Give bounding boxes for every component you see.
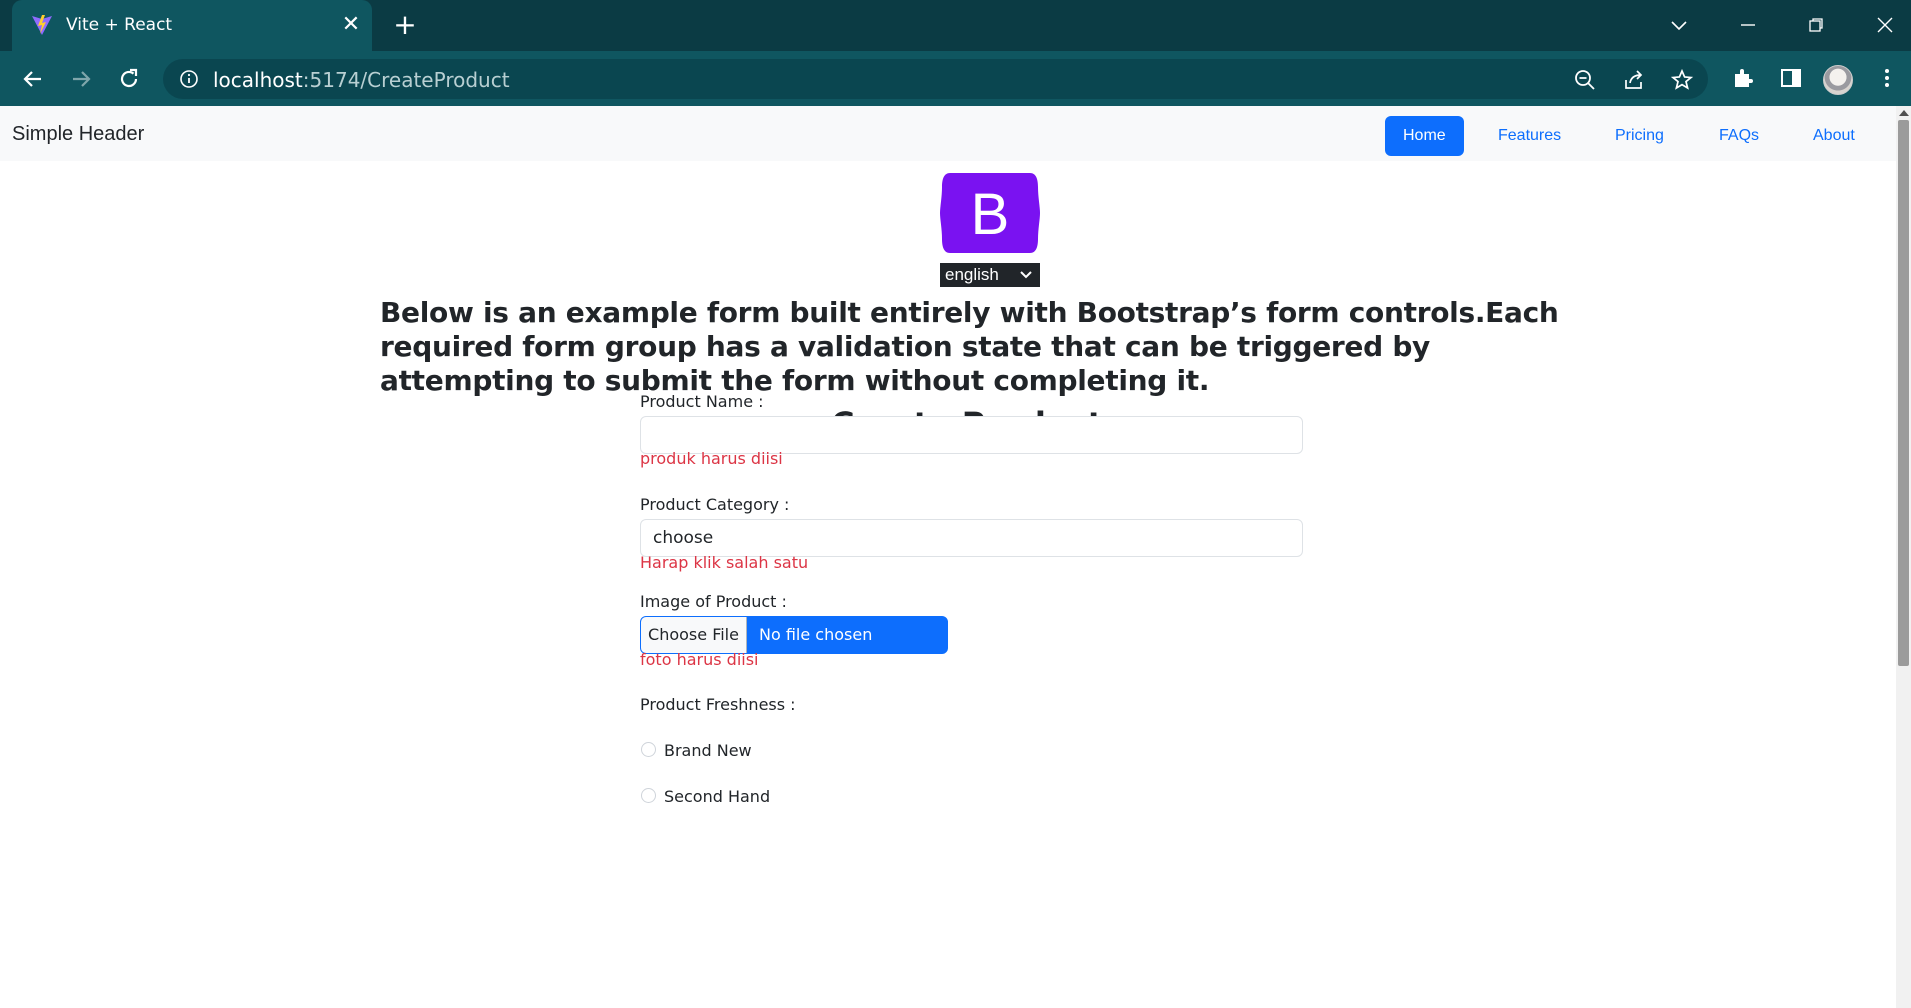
browser-tab[interactable]: Vite + React ✕ [12,0,372,51]
file-status: No file chosen [759,625,873,644]
nav-home[interactable]: Home [1385,116,1464,156]
back-button[interactable] [17,63,49,95]
nav-faqs[interactable]: FAQs [1701,116,1777,156]
browser-tab-strip: Vite + React ✕ + [0,0,1911,51]
nav-about[interactable]: About [1795,116,1873,156]
page-scrollbar[interactable] [1896,106,1911,1008]
nav-pricing[interactable]: Pricing [1597,116,1682,156]
choose-file-button[interactable]: Choose File [641,617,747,653]
reload-button[interactable] [113,63,145,95]
back-arrow-icon [23,71,41,87]
radio-brand-new[interactable] [641,742,656,757]
nav-features[interactable]: Features [1480,116,1579,156]
reload-icon [120,68,138,88]
brand-title[interactable]: Simple Header [12,123,144,146]
product-name-label: Product Name : [640,392,764,411]
tab-title: Vite + React [66,15,173,35]
star-icon[interactable] [1670,68,1694,92]
close-window-button[interactable] [1867,10,1903,40]
language-select[interactable]: english [940,263,1040,287]
image-file-input[interactable]: Choose File No file chosen [640,616,948,654]
bootstrap-logo: B [940,173,1040,253]
zoom-out-icon[interactable] [1573,68,1597,92]
new-tab-button[interactable]: + [390,11,420,41]
logo-letter: B [971,182,1010,247]
info-icon[interactable] [179,69,199,89]
language-selected: english [945,265,999,284]
forward-button[interactable] [65,63,97,95]
product-category-error: Harap klik salah satu [640,553,809,572]
tab-close-icon[interactable]: ✕ [338,12,364,38]
scroll-up-arrow-icon[interactable] [1899,110,1909,116]
side-panel-icon[interactable] [1778,65,1804,91]
intro-text: Below is an example form built entirely … [380,296,1559,397]
profile-avatar[interactable] [1823,65,1853,95]
image-label: Image of Product : [640,592,787,611]
url-text[interactable]: localhost:5174/CreateProduct [213,68,510,92]
browser-toolbar: localhost:5174/CreateProduct [0,51,1911,106]
minimize-button[interactable] [1730,10,1766,40]
kebab-menu-icon[interactable] [1874,65,1900,91]
product-category-select[interactable]: choose [640,519,1303,557]
page-viewport: Simple Header Home Features Pricing FAQs… [0,106,1911,1008]
freshness-label: Product Freshness : [640,695,796,714]
address-bar[interactable]: localhost:5174/CreateProduct [163,59,1708,99]
url-path: :5174/CreateProduct [302,68,510,92]
url-host: localhost [213,68,303,92]
share-icon[interactable] [1622,68,1646,92]
restore-button[interactable] [1798,10,1834,40]
scroll-thumb[interactable] [1898,120,1909,666]
radio-brand-new-label[interactable]: Brand New [664,741,752,760]
chevron-down-icon [1020,263,1032,289]
radio-second-hand-label[interactable]: Second Hand [664,787,770,806]
site-header: Simple Header Home Features Pricing FAQs… [0,106,1896,161]
tab-search-chevron-icon[interactable] [1661,10,1697,40]
forward-arrow-icon [73,71,91,87]
product-name-error: produk harus diisi [640,449,783,468]
image-error: foto harus diisi [640,650,759,669]
product-category-label: Product Category : [640,495,790,514]
extensions-icon[interactable] [1730,65,1756,91]
radio-second-hand[interactable] [641,788,656,803]
vite-favicon-icon [32,15,52,35]
